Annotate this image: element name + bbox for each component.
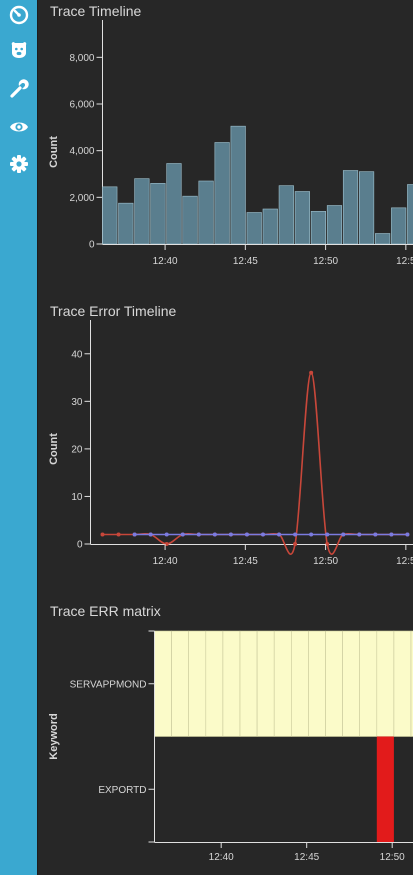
histogram-bar [102,186,118,245]
y-tick-label: 40 [71,349,83,360]
histogram-bar [182,195,198,245]
matrix-cell [342,630,361,737]
series-point [373,532,378,537]
series-point [212,532,217,537]
x-tick-label: 12:45 [233,556,258,567]
histogram-bar [375,233,391,245]
x-tick-label: 12:50 [313,556,338,567]
series-point [164,532,169,537]
series-point [293,542,298,546]
matrix-cell [393,630,412,737]
eye-icon[interactable] [0,112,37,142]
series-point [309,370,314,375]
matrix-cell [205,630,224,737]
series-point [357,532,362,537]
trace-err-matrix-title: Trace ERR matrix [50,603,161,619]
histogram-bar [166,163,182,245]
histogram-bar [407,184,413,245]
histogram-bar [278,185,294,245]
y-tick-label: 0 [77,540,83,551]
histogram-bar [214,142,230,245]
matrix-cell [273,630,292,737]
wrench-icon[interactable] [0,74,37,104]
histogram-bar [391,207,407,245]
gear-icon[interactable] [0,149,37,179]
y-tick-label: 4,000 [69,146,94,157]
histogram-bar [134,178,150,245]
trace-err-matrix-chart: Keyword SERVAPPMOND EXPORTD 12:40 12:45 12:50 [48,630,413,863]
x-tick-label: 12:5 [396,556,413,567]
series-point [341,532,346,537]
x-tick-label: 12:45 [294,852,319,863]
matrix-cell [376,736,394,842]
series-point [148,532,153,537]
series-line-0 [102,371,408,555]
series-point [325,532,330,537]
histogram-bar [246,212,262,245]
histogram-bar [262,208,278,245]
series-point [228,532,233,537]
y-tick-label: 30 [71,397,83,408]
y-tick-label: 20 [71,444,83,455]
y-tick-label: 0 [89,240,95,251]
series-point [100,532,105,537]
matrix-cell [171,630,190,737]
series-point [261,532,265,537]
histogram-bar [294,191,310,245]
histogram-bar [358,171,375,245]
series-point [180,532,185,537]
histogram-bar [326,205,343,245]
matrix-cell [188,630,207,737]
matrix-cell [325,630,343,737]
series-point [309,532,314,537]
x-tick-label: 12:40 [153,256,178,267]
series-point [277,532,282,537]
histogram-bar [150,183,166,245]
row-label: EXPORTD [98,785,146,796]
x-tick-label: 12:50 [380,852,405,863]
histogram-bar [198,180,214,245]
trace-error-timeline-title: Trace Error Timeline [50,303,177,319]
x-tick-label: 12:5 [396,256,413,267]
y-tick-label: 6,000 [69,100,94,111]
histogram-bar [310,211,326,245]
y-tick-label: 2,000 [69,193,94,204]
series-point [293,532,298,537]
y-axis-label: Count [48,136,60,168]
bear-face-icon[interactable] [0,35,37,65]
histogram-bar [342,170,359,245]
y-tick-label: 8,000 [69,53,94,64]
x-tick-label: 12:50 [313,256,338,267]
trace-timeline-chart: Count 0 2,000 4,000 6,000 8,000 12:40 12:45 12:5… [48,20,413,267]
x-tick-label: 12:45 [233,256,258,267]
matrix-cell [256,630,275,737]
sidebar [0,0,38,875]
series-point [244,532,249,537]
dashboard-gauge-icon[interactable] [0,0,37,30]
trace-error-timeline-chart: Count 0 10 20 30 40 12:40 12:45 12:50 12:5 [48,320,413,567]
row-label: SERVAPPMOND [70,679,147,690]
trace-timeline-title: Trace Timeline [50,3,142,19]
main-content: Trace Timeline Count 0 2,000 4,000 6,000 8,00… [38,0,413,875]
x-tick-label: 12:40 [209,852,234,863]
matrix-cell [239,630,258,737]
y-tick-label: 10 [71,492,83,503]
matrix-cell [359,630,378,737]
matrix-cell [308,630,326,737]
series-point [389,532,394,537]
series-point [116,532,121,537]
histogram-bar [230,125,246,245]
histogram-bar [118,202,134,245]
series-point [132,532,137,537]
series-point [405,532,410,537]
matrix-cell [222,630,241,737]
series-point [196,532,201,537]
matrix-cell [376,630,395,737]
matrix-cell [291,630,309,737]
y-axis-label: Keyword [48,713,60,759]
x-tick-label: 12:40 [153,556,178,567]
matrix-cell [154,630,172,737]
y-axis-label: Count [48,433,60,465]
